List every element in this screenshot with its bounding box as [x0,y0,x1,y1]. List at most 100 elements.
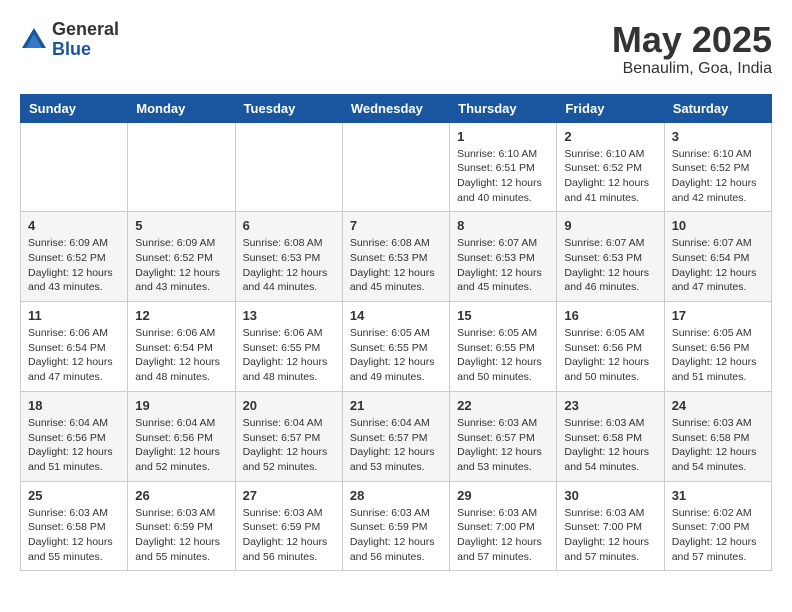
day-number: 10 [672,218,764,233]
day-cell: 14Sunrise: 6:05 AM Sunset: 6:55 PM Dayli… [342,302,449,392]
header-cell-friday: Friday [557,94,664,122]
header-cell-sunday: Sunday [21,94,128,122]
day-cell: 31 Sunrise: 6:02 AM Sunset: 7:00 PM Dayli… [664,481,771,571]
day-number: 25 [28,488,120,503]
day-info: Sunrise: 6:04 AM Sunset: 6:56 PM Dayligh… [135,416,227,475]
day-number: 20 [243,398,335,413]
day-info: Sunrise: 6:02 AM Sunset: 7:00 PM Dayligh… [672,506,764,565]
day-cell: 24 Sunrise: 6:03 AM Sunset: 6:58 PM Dayli… [664,391,771,481]
day-cell: 6 Sunrise: 6:08 AM Sunset: 6:53 PM Daylig… [235,212,342,302]
day-info: Sunrise: 6:09 AM Sunset: 6:52 PM Dayligh… [135,236,227,295]
day-number: 15 [457,308,549,323]
day-cell: 10 Sunrise: 6:07 AM Sunset: 6:54 PM Dayli… [664,212,771,302]
header-cell-thursday: Thursday [450,94,557,122]
day-info: Sunrise: 6:06 AM Sunset: 6:54 PM Dayligh… [135,326,227,385]
day-info: Sunrise: 6:07 AM Sunset: 6:53 PM Dayligh… [457,236,549,295]
day-info: Sunrise: 6:03 AM Sunset: 6:59 PM Dayligh… [243,506,335,565]
day-info: Sunrise: 6:04 AM Sunset: 6:57 PM Dayligh… [243,416,335,475]
day-info: Sunrise: 6:06 AM Sunset: 6:54 PM Dayligh… [28,326,120,385]
day-cell: 20 Sunrise: 6:04 AM Sunset: 6:57 PM Dayli… [235,391,342,481]
day-info: Sunrise: 6:05 AM Sunset: 6:55 PM Dayligh… [457,326,549,385]
day-info: Sunrise: 6:03 AM Sunset: 7:00 PM Dayligh… [564,506,656,565]
day-info: Sunrise: 6:10 AM Sunset: 6:52 PM Dayligh… [672,147,764,206]
header-cell-wednesday: Wednesday [342,94,449,122]
day-info: Sunrise: 6:07 AM Sunset: 6:53 PM Dayligh… [564,236,656,295]
day-cell: 13 Sunrise: 6:06 AM Sunset: 6:55 PM Dayli… [235,302,342,392]
day-number: 28 [350,488,442,503]
day-cell [342,122,449,212]
day-number: 4 [28,218,120,233]
week-row-1: 4 Sunrise: 6:09 AM Sunset: 6:52 PM Daylig… [21,212,772,302]
day-cell: 7Sunrise: 6:08 AM Sunset: 6:53 PM Daylig… [342,212,449,302]
day-cell: 26 Sunrise: 6:03 AM Sunset: 6:59 PM Dayli… [128,481,235,571]
day-number: 7 [350,218,442,233]
logo-text: General Blue [52,20,119,60]
day-number: 18 [28,398,120,413]
day-info: Sunrise: 6:03 AM Sunset: 6:58 PM Dayligh… [28,506,120,565]
day-cell [128,122,235,212]
day-info: Sunrise: 6:10 AM Sunset: 6:52 PM Dayligh… [564,147,656,206]
day-number: 1 [457,129,549,144]
day-info: Sunrise: 6:03 AM Sunset: 6:59 PM Dayligh… [350,506,442,565]
day-info: Sunrise: 6:03 AM Sunset: 6:58 PM Dayligh… [564,416,656,475]
day-number: 2 [564,129,656,144]
day-cell: 27 Sunrise: 6:03 AM Sunset: 6:59 PM Dayli… [235,481,342,571]
day-cell: 19 Sunrise: 6:04 AM Sunset: 6:56 PM Dayli… [128,391,235,481]
day-cell: 25 Sunrise: 6:03 AM Sunset: 6:58 PM Dayli… [21,481,128,571]
day-number: 3 [672,129,764,144]
day-cell: 28 Sunrise: 6:03 AM Sunset: 6:59 PM Dayli… [342,481,449,571]
day-info: Sunrise: 6:03 AM Sunset: 6:57 PM Dayligh… [457,416,549,475]
day-cell: 22 Sunrise: 6:03 AM Sunset: 6:57 PM Dayli… [450,391,557,481]
day-number: 19 [135,398,227,413]
day-number: 16 [564,308,656,323]
day-info: Sunrise: 6:05 AM Sunset: 6:56 PM Dayligh… [672,326,764,385]
day-cell: 9 Sunrise: 6:07 AM Sunset: 6:53 PM Daylig… [557,212,664,302]
day-cell: 1 Sunrise: 6:10 AM Sunset: 6:51 PM Daylig… [450,122,557,212]
day-info: Sunrise: 6:04 AM Sunset: 6:56 PM Dayligh… [28,416,120,475]
day-number: 29 [457,488,549,503]
day-info: Sunrise: 6:08 AM Sunset: 6:53 PM Dayligh… [243,236,335,295]
day-cell: 2 Sunrise: 6:10 AM Sunset: 6:52 PM Daylig… [557,122,664,212]
day-cell [235,122,342,212]
day-cell: 15 Sunrise: 6:05 AM Sunset: 6:55 PM Dayli… [450,302,557,392]
logo-blue: Blue [52,40,119,60]
day-cell: 8Sunrise: 6:07 AM Sunset: 6:53 PM Daylig… [450,212,557,302]
location-subtitle: Benaulim, Goa, India [612,60,772,78]
day-cell: 11 Sunrise: 6:06 AM Sunset: 6:54 PM Dayli… [21,302,128,392]
day-number: 21 [350,398,442,413]
page-header: General Blue May 2025 Benaulim, Goa, Ind… [20,20,772,78]
day-number: 13 [243,308,335,323]
header-cell-saturday: Saturday [664,94,771,122]
day-number: 5 [135,218,227,233]
day-number: 6 [243,218,335,233]
calendar-table: SundayMondayTuesdayWednesdayThursdayFrid… [20,94,772,572]
header-cell-tuesday: Tuesday [235,94,342,122]
day-cell: 30Sunrise: 6:03 AM Sunset: 7:00 PM Dayli… [557,481,664,571]
day-number: 26 [135,488,227,503]
week-row-3: 18 Sunrise: 6:04 AM Sunset: 6:56 PM Dayli… [21,391,772,481]
day-info: Sunrise: 6:03 AM Sunset: 6:59 PM Dayligh… [135,506,227,565]
day-number: 31 [672,488,764,503]
day-info: Sunrise: 6:03 AM Sunset: 7:00 PM Dayligh… [457,506,549,565]
day-number: 11 [28,308,120,323]
logo: General Blue [20,20,119,60]
day-cell: 3 Sunrise: 6:10 AM Sunset: 6:52 PM Daylig… [664,122,771,212]
day-info: Sunrise: 6:07 AM Sunset: 6:54 PM Dayligh… [672,236,764,295]
title-block: May 2025 Benaulim, Goa, India [612,20,772,78]
logo-icon [20,26,48,54]
day-cell: 17Sunrise: 6:05 AM Sunset: 6:56 PM Dayli… [664,302,771,392]
header-cell-monday: Monday [128,94,235,122]
month-title: May 2025 [612,20,772,60]
day-cell: 29 Sunrise: 6:03 AM Sunset: 7:00 PM Dayli… [450,481,557,571]
day-cell: 16Sunrise: 6:05 AM Sunset: 6:56 PM Dayli… [557,302,664,392]
day-number: 27 [243,488,335,503]
logo-general: General [52,20,119,40]
day-number: 9 [564,218,656,233]
day-number: 22 [457,398,549,413]
day-info: Sunrise: 6:10 AM Sunset: 6:51 PM Dayligh… [457,147,549,206]
day-cell: 12Sunrise: 6:06 AM Sunset: 6:54 PM Dayli… [128,302,235,392]
day-info: Sunrise: 6:03 AM Sunset: 6:58 PM Dayligh… [672,416,764,475]
day-number: 24 [672,398,764,413]
day-info: Sunrise: 6:06 AM Sunset: 6:55 PM Dayligh… [243,326,335,385]
week-row-2: 11 Sunrise: 6:06 AM Sunset: 6:54 PM Dayli… [21,302,772,392]
